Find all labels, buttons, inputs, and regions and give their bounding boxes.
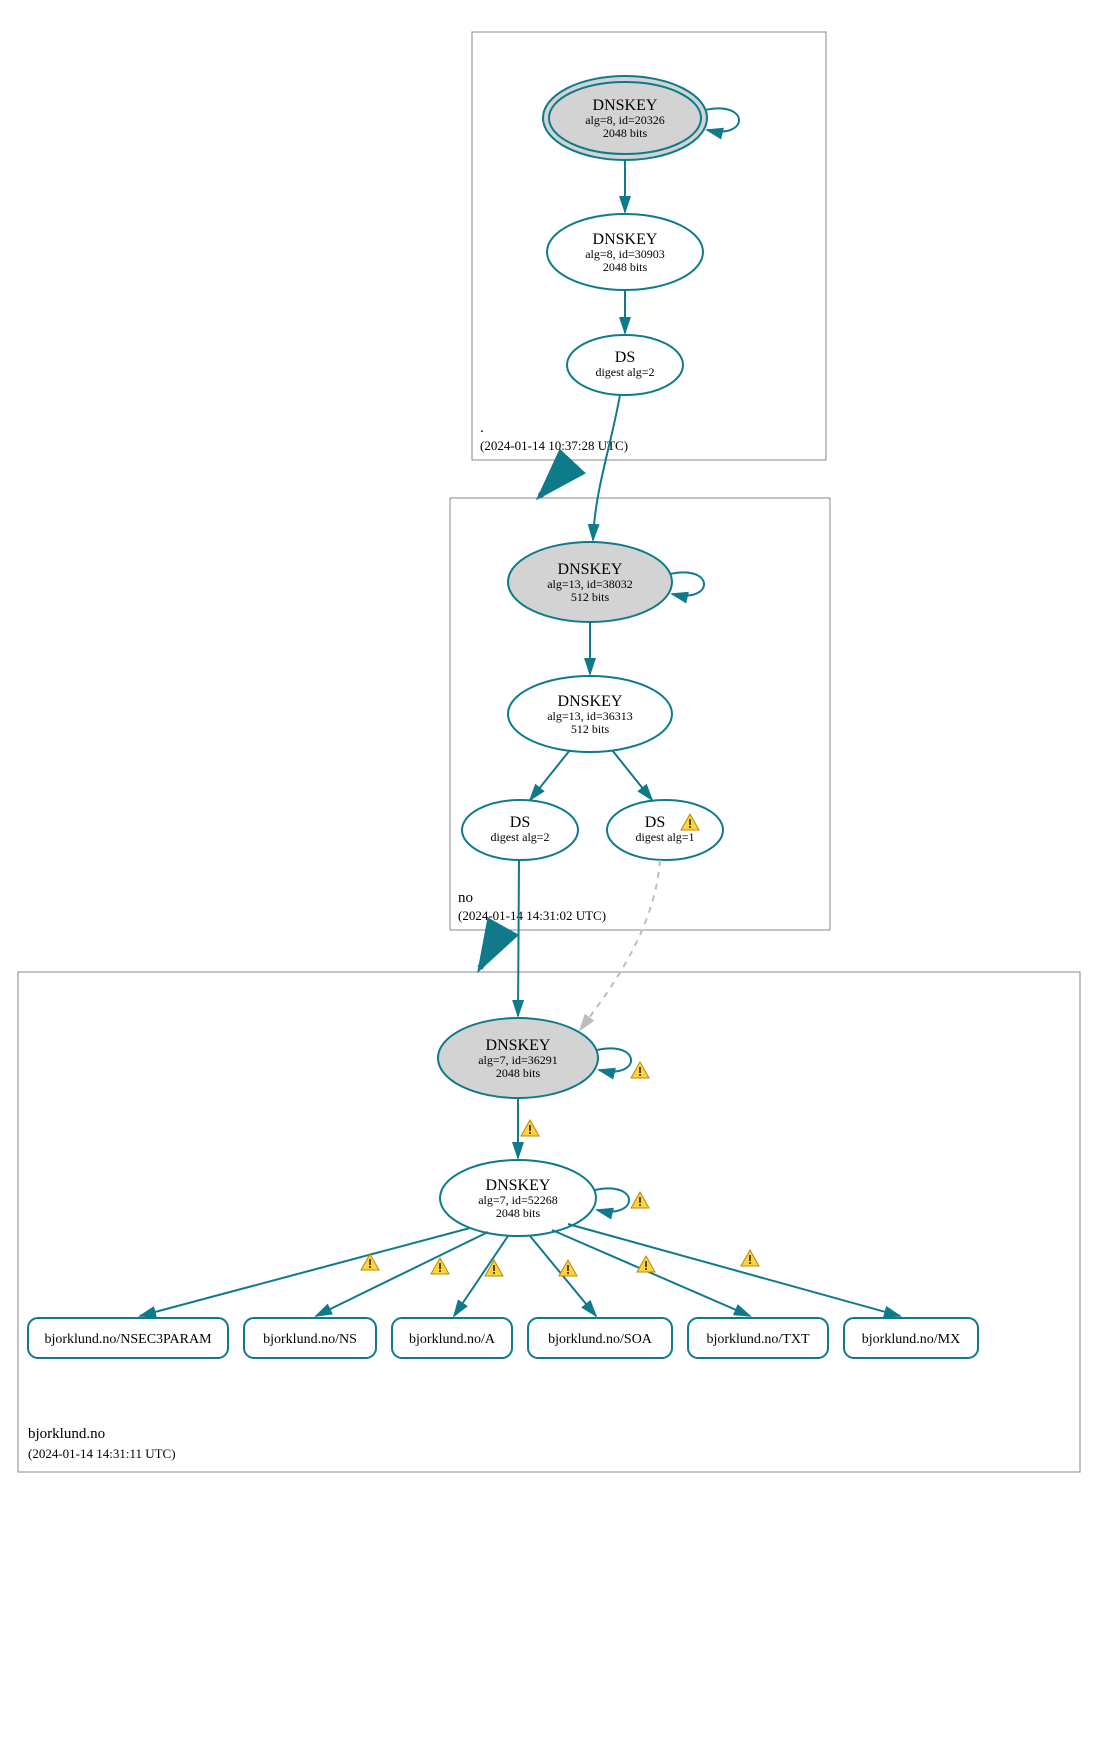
edge-rootds-noksk — [593, 395, 620, 540]
svg-text:2048 bits: 2048 bits — [496, 1206, 541, 1220]
svg-text:bjorklund.no/NS: bjorklund.no/NS — [263, 1332, 357, 1347]
svg-text:DNSKEY: DNSKEY — [593, 231, 658, 248]
svg-text:digest alg=2: digest alg=2 — [595, 365, 654, 379]
svg-text:DS: DS — [645, 814, 665, 831]
node-root-ds[interactable]: DS digest alg=2 — [567, 335, 683, 395]
node-root-zsk[interactable]: DNSKEY alg=8, id=30903 2048 bits — [547, 214, 703, 290]
svg-text:digest alg=1: digest alg=1 — [635, 830, 694, 844]
svg-text:alg=13, id=36313: alg=13, id=36313 — [547, 709, 633, 723]
delegation-no-domain — [480, 932, 500, 968]
edge-nods1-domksk — [518, 860, 519, 1016]
svg-text:alg=8, id=30903: alg=8, id=30903 — [585, 247, 665, 261]
edge-zsk-r1 — [140, 1228, 470, 1316]
svg-text:bjorklund.no/SOA: bjorklund.no/SOA — [548, 1332, 653, 1347]
svg-text:bjorklund.no/MX: bjorklund.no/MX — [862, 1332, 960, 1347]
self-loop-root-ksk — [705, 108, 739, 131]
svg-text:alg=7, id=36291: alg=7, id=36291 — [478, 1053, 558, 1067]
delegation-root-no — [540, 462, 570, 496]
warning-icon — [741, 1250, 759, 1266]
warning-icon — [431, 1258, 449, 1274]
self-loop-dom-ksk — [597, 1048, 631, 1071]
svg-text:bjorklund.no/NSEC3PARAM: bjorklund.no/NSEC3PARAM — [44, 1332, 212, 1347]
svg-text:alg=8, id=20326: alg=8, id=20326 — [585, 113, 665, 127]
svg-text:2048 bits: 2048 bits — [603, 260, 648, 274]
zone-domain-ts: (2024-01-14 14:31:11 UTC) — [28, 1446, 176, 1461]
zone-domain-name: bjorklund.no — [28, 1426, 105, 1442]
record-a[interactable]: bjorklund.no/A — [392, 1318, 512, 1358]
svg-text:DNSKEY: DNSKEY — [486, 1037, 551, 1054]
svg-text:DS: DS — [615, 349, 635, 366]
record-ns[interactable]: bjorklund.no/NS — [244, 1318, 376, 1358]
edge-nozsk-ds2 — [612, 750, 652, 800]
svg-text:512 bits: 512 bits — [571, 590, 610, 604]
node-no-ds1[interactable]: DS digest alg=2 — [462, 800, 578, 860]
warning-icon — [637, 1256, 655, 1272]
svg-text:alg=13, id=38032: alg=13, id=38032 — [547, 577, 633, 591]
zone-no-name: no — [458, 890, 473, 906]
dnssec-graph: . (2024-01-14 10:37:28 UTC) DNSKEY alg=8… — [0, 0, 1097, 1742]
node-no-zsk[interactable]: DNSKEY alg=13, id=36313 512 bits — [508, 676, 672, 752]
svg-text:DNSKEY: DNSKEY — [558, 693, 623, 710]
zone-no-ts: (2024-01-14 14:31:02 UTC) — [458, 908, 606, 923]
warning-icon — [631, 1192, 649, 1208]
edge-zsk-r6 — [568, 1224, 900, 1316]
zone-root-name: . — [480, 420, 484, 436]
svg-text:digest alg=2: digest alg=2 — [490, 830, 549, 844]
node-no-ds2[interactable]: DS digest alg=1 — [607, 800, 723, 860]
zone-root-ts: (2024-01-14 10:37:28 UTC) — [480, 438, 628, 453]
svg-text:512 bits: 512 bits — [571, 722, 610, 736]
svg-text:alg=7, id=52268: alg=7, id=52268 — [478, 1193, 558, 1207]
node-domain-ksk[interactable]: DNSKEY alg=7, id=36291 2048 bits — [438, 1018, 598, 1098]
edge-nozsk-ds1 — [530, 750, 570, 800]
svg-text:bjorklund.no/TXT: bjorklund.no/TXT — [706, 1332, 809, 1347]
svg-text:2048 bits: 2048 bits — [603, 126, 648, 140]
self-loop-dom-zsk — [595, 1188, 629, 1211]
self-loop-no-ksk — [670, 572, 704, 595]
svg-text:DNSKEY: DNSKEY — [558, 561, 623, 578]
node-root-ksk[interactable]: DNSKEY alg=8, id=20326 2048 bits — [543, 76, 707, 160]
warning-icon — [521, 1120, 539, 1136]
edge-zsk-r5 — [552, 1230, 750, 1316]
svg-text:2048 bits: 2048 bits — [496, 1066, 541, 1080]
edge-nods2-domksk-dashed — [580, 860, 660, 1030]
record-nsec3param[interactable]: bjorklund.no/NSEC3PARAM — [28, 1318, 228, 1358]
svg-text:DS: DS — [510, 814, 530, 831]
svg-text:bjorklund.no/A: bjorklund.no/A — [409, 1332, 496, 1347]
warning-icon — [559, 1260, 577, 1276]
node-no-ksk[interactable]: DNSKEY alg=13, id=38032 512 bits — [508, 542, 672, 622]
warning-icon — [631, 1062, 649, 1078]
svg-text:DNSKEY: DNSKEY — [486, 1177, 551, 1194]
svg-text:DNSKEY: DNSKEY — [593, 97, 658, 114]
warning-icon — [485, 1260, 503, 1276]
record-mx[interactable]: bjorklund.no/MX — [844, 1318, 978, 1358]
record-txt[interactable]: bjorklund.no/TXT — [688, 1318, 828, 1358]
record-soa[interactable]: bjorklund.no/SOA — [528, 1318, 672, 1358]
